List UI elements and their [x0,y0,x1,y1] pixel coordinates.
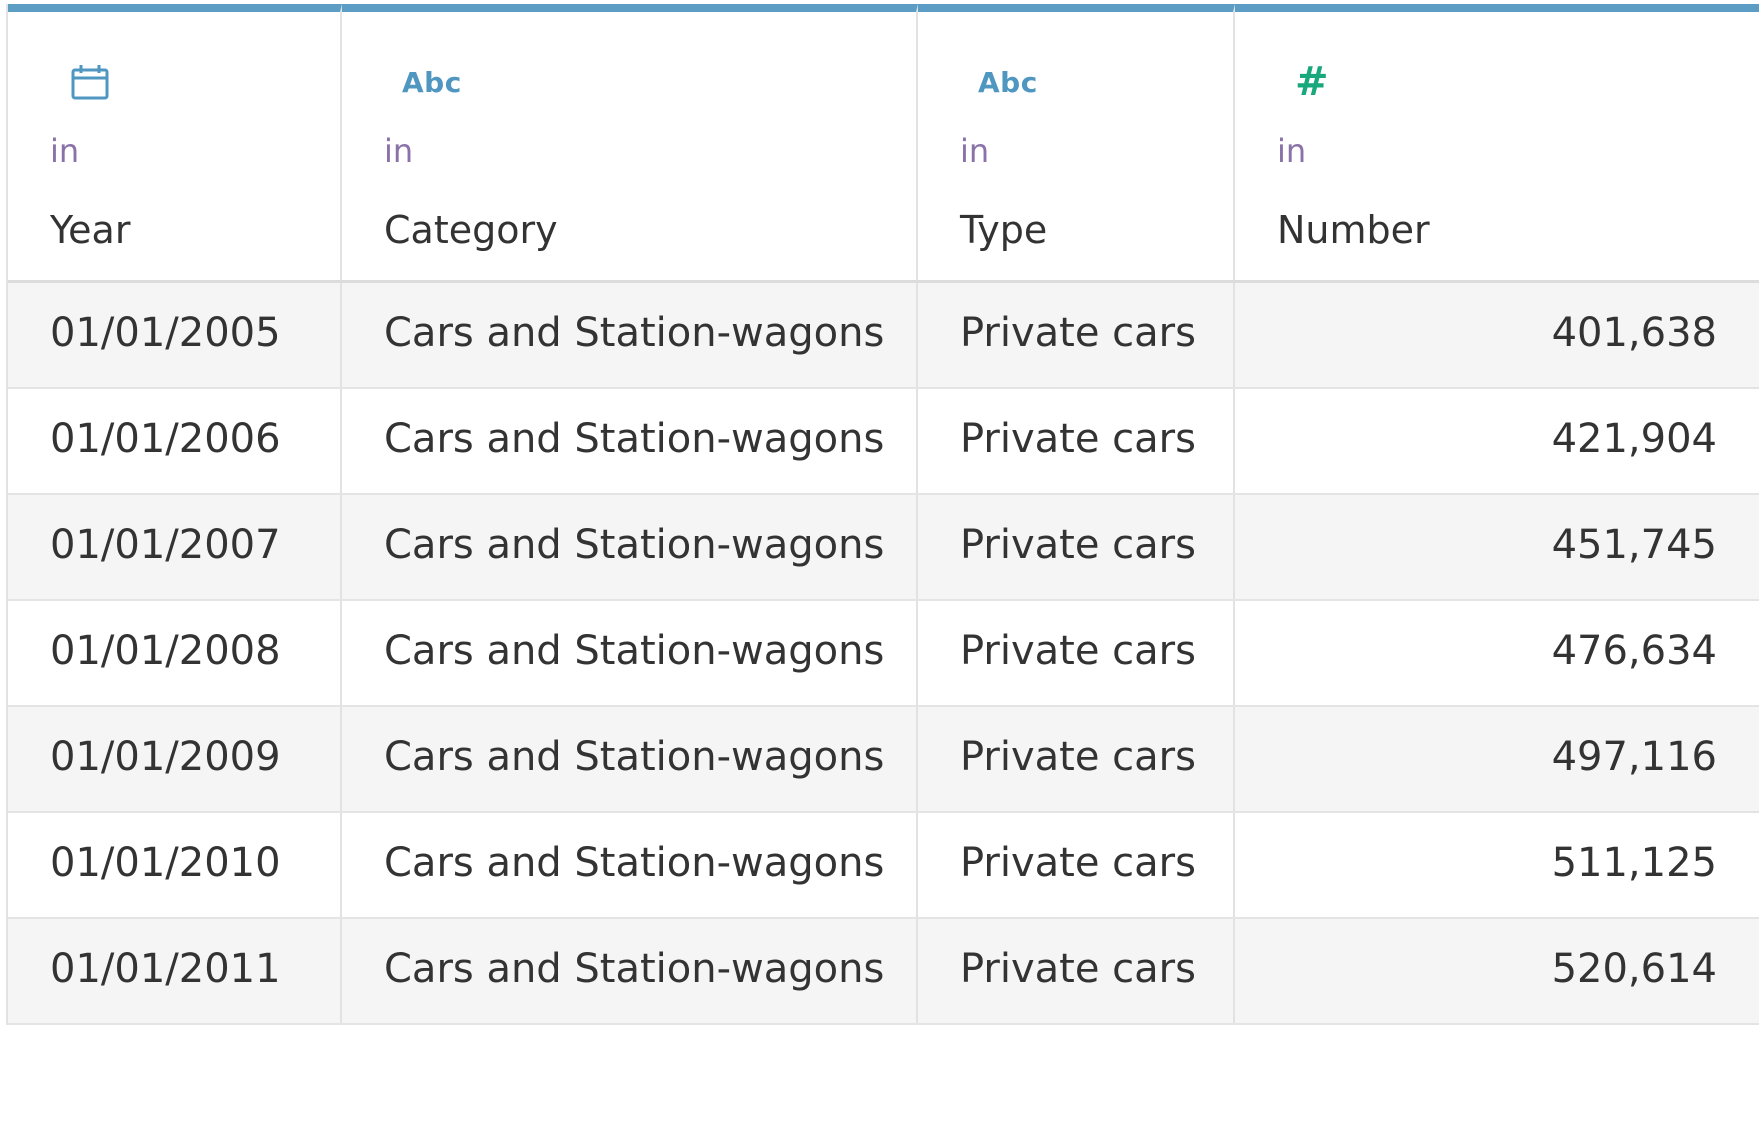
abc-icon-label: Abc [978,65,1038,99]
cell-type[interactable]: Private cars [918,813,1235,917]
cell-number[interactable]: 520,614 [1235,919,1759,1023]
cell-category[interactable]: Cars and Station-wagons [342,601,918,705]
table-row[interactable]: 01/01/2007 Cars and Station-wagons Priva… [8,495,1759,601]
cell-year[interactable]: 01/01/2007 [8,495,342,599]
cell-year[interactable]: 01/01/2010 [8,813,342,917]
table-row[interactable]: 01/01/2010 Cars and Station-wagons Priva… [8,813,1759,919]
cell-number[interactable]: 401,638 [1235,283,1759,387]
cell-category[interactable]: Cars and Station-wagons [342,283,918,387]
table-row[interactable]: 01/01/2009 Cars and Station-wagons Priva… [8,707,1759,813]
cell-year[interactable]: 01/01/2005 [8,283,342,387]
cell-number[interactable]: 511,125 [1235,813,1759,917]
column-header-type[interactable]: Abc in Type [918,4,1235,280]
table-row[interactable]: 01/01/2008 Cars and Station-wagons Priva… [8,601,1759,707]
column-header-year[interactable]: in Year [8,4,342,280]
cell-year[interactable]: 01/01/2009 [8,707,342,811]
cell-year[interactable]: 01/01/2011 [8,919,342,1023]
abc-icon[interactable]: Abc [402,60,462,104]
cell-year[interactable]: 01/01/2006 [8,389,342,493]
table-row[interactable]: 01/01/2006 Cars and Station-wagons Priva… [8,389,1759,495]
cell-category[interactable]: Cars and Station-wagons [342,389,918,493]
column-name: Number [1277,208,1430,252]
cell-type[interactable]: Private cars [918,601,1235,705]
cell-type[interactable]: Private cars [918,919,1235,1023]
cell-type[interactable]: Private cars [918,495,1235,599]
column-name: Year [50,208,131,252]
column-name: Type [960,208,1048,252]
header-row: in Year Abc in Category Abc in Type # in… [8,4,1759,283]
cell-category[interactable]: Cars and Station-wagons [342,707,918,811]
cell-type[interactable]: Private cars [918,707,1235,811]
cell-number[interactable]: 451,745 [1235,495,1759,599]
column-header-category[interactable]: Abc in Category [342,4,918,280]
column-source: in [960,132,990,170]
column-source: in [384,132,414,170]
abc-icon-label: Abc [402,65,462,99]
cell-category[interactable]: Cars and Station-wagons [342,919,918,1023]
table-row[interactable]: 01/01/2005 Cars and Station-wagons Priva… [8,283,1759,389]
calendar-icon-svg [71,65,109,100]
cell-year[interactable]: 01/01/2008 [8,601,342,705]
cell-number[interactable]: 497,116 [1235,707,1759,811]
data-grid: in Year Abc in Category Abc in Type # in… [6,4,1759,1025]
cell-category[interactable]: Cars and Station-wagons [342,495,918,599]
table-row[interactable]: 01/01/2011 Cars and Station-wagons Priva… [8,919,1759,1025]
column-header-number[interactable]: # in Number [1235,4,1759,280]
column-source: in [1277,132,1307,170]
cell-category[interactable]: Cars and Station-wagons [342,813,918,917]
cell-type[interactable]: Private cars [918,283,1235,387]
cell-number[interactable]: 421,904 [1235,389,1759,493]
cell-number[interactable]: 476,634 [1235,601,1759,705]
column-source: in [50,132,80,170]
column-name: Category [384,208,558,252]
calendar-icon[interactable] [70,60,110,104]
hash-icon-label: # [1295,59,1329,105]
hash-icon[interactable]: # [1295,59,1329,105]
cell-type[interactable]: Private cars [918,389,1235,493]
abc-icon[interactable]: Abc [978,60,1038,104]
